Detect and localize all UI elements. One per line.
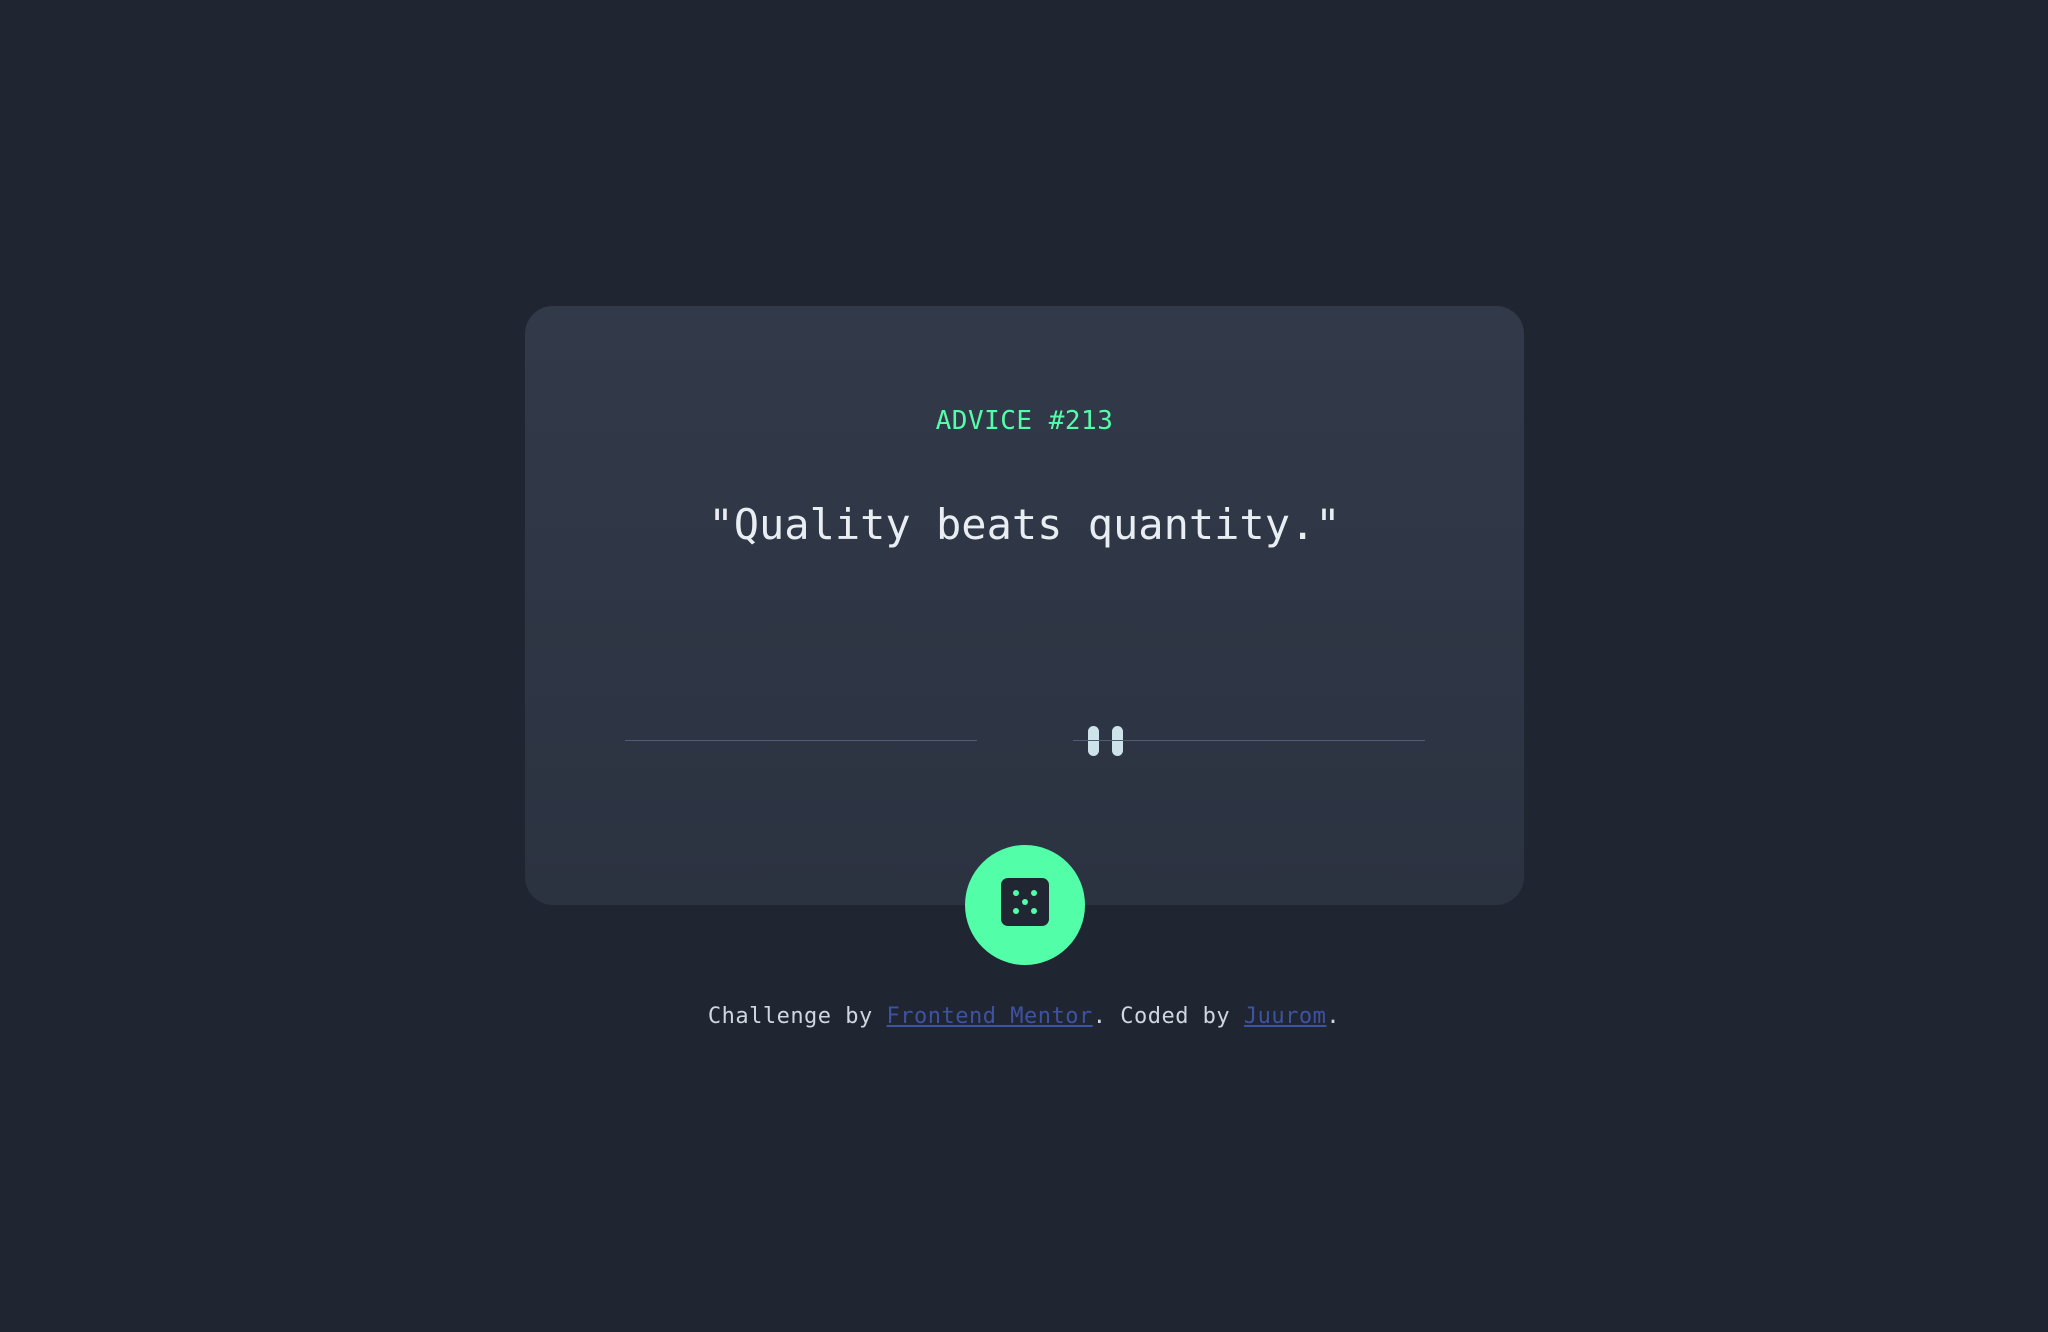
advice-card: ADVICE #213 "Quality beats quantity." (525, 306, 1524, 905)
pattern-divider (625, 724, 1425, 756)
pause-bar-left (1088, 726, 1099, 756)
advice-quote: "Quality beats quantity." (708, 500, 1341, 549)
dice-icon (1001, 878, 1049, 926)
divider-line-left (625, 740, 977, 741)
author-link[interactable]: Juurom (1244, 1004, 1326, 1029)
pause-icon (1085, 726, 1125, 756)
attribution: Challenge by Frontend Mentor. Coded by J… (0, 1004, 2048, 1029)
page: ADVICE #213 "Quality beats quantity." Ch… (0, 0, 2048, 1332)
attribution-prefix: Challenge by (707, 1004, 887, 1029)
divider-line-right (1073, 740, 1425, 741)
attribution-middle: . Coded by (1092, 1004, 1244, 1029)
frontend-mentor-link[interactable]: Frontend Mentor (887, 1004, 1093, 1029)
attribution-suffix: . (1326, 1004, 1341, 1029)
generate-advice-button[interactable] (965, 845, 1085, 965)
pause-bar-right (1112, 726, 1123, 756)
advice-id: ADVICE #213 (935, 406, 1114, 436)
